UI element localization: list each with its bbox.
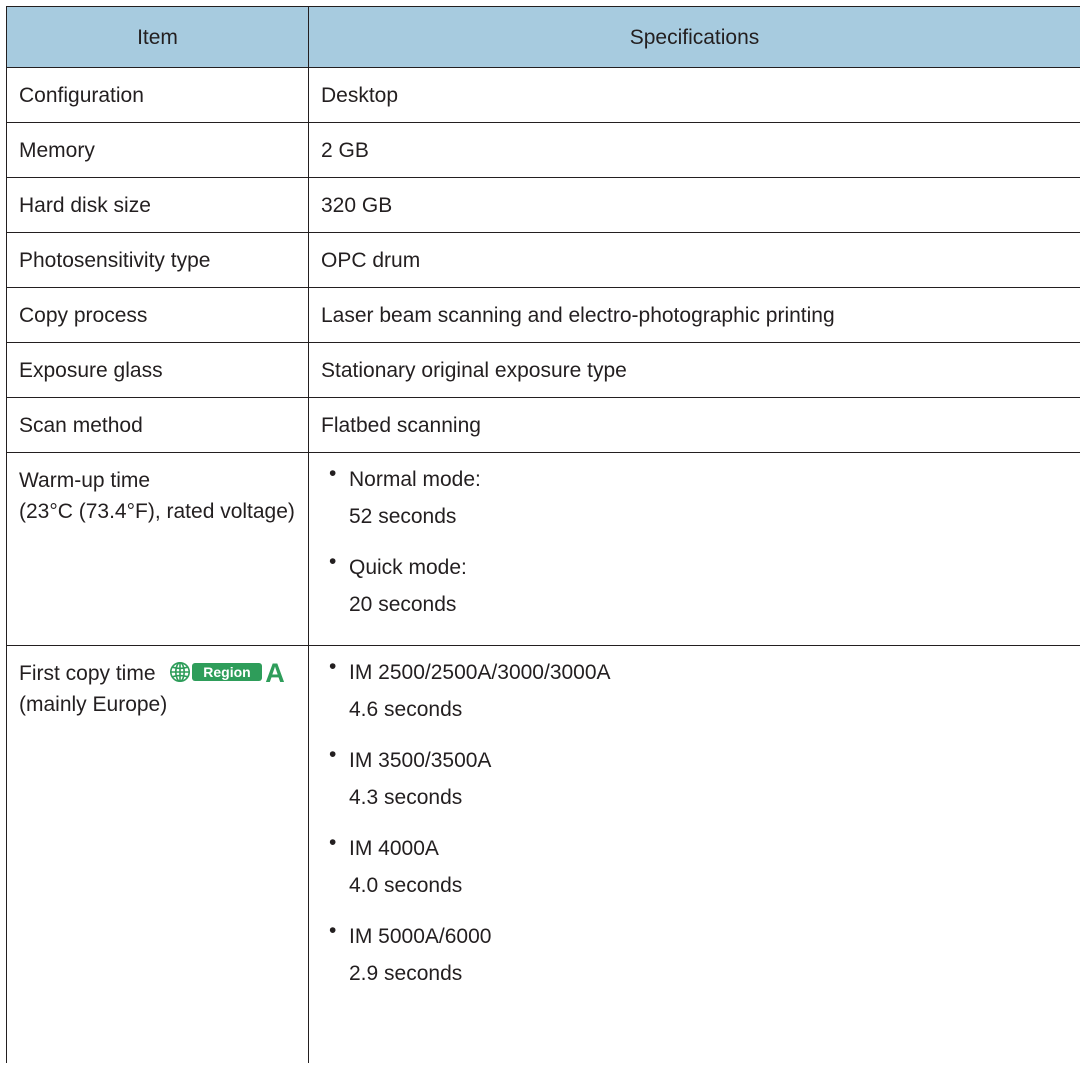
bullet-icon: •: [329, 550, 337, 573]
list-item: • IM 2500/2500A/3000/3000A 4.6 seconds: [321, 651, 1068, 739]
bullet-icon: •: [329, 655, 337, 678]
model-value: 4.3 seconds: [349, 786, 463, 809]
warmup-label: Warm-up time: [19, 469, 151, 492]
header-specifications: Specifications: [308, 6, 1080, 68]
list-item: • Quick mode: 20 seconds: [321, 546, 1068, 634]
bullet-icon: •: [329, 831, 337, 854]
table-row: Configuration Desktop: [6, 67, 1080, 123]
warmup-condition: (23°C (73.4°F), rated voltage): [19, 500, 295, 523]
table-row: Copy process Laser beam scanning and ele…: [6, 287, 1080, 343]
spec-cell: OPC drum: [308, 232, 1080, 288]
region-a-icon: Region A: [170, 661, 286, 683]
list-item: • IM 4000A 4.0 seconds: [321, 827, 1068, 915]
model-value: 4.0 seconds: [349, 874, 463, 897]
warmup-row: Warm-up time (23°C (73.4°F), rated volta…: [6, 452, 1080, 646]
item-cell: Exposure glass: [6, 342, 309, 398]
mode-label: Normal mode:: [349, 468, 481, 491]
specifications-table: Item Specifications Configuration Deskto…: [6, 6, 1080, 1063]
table-header-row: Item Specifications: [6, 6, 1080, 68]
model-label: IM 4000A: [349, 837, 439, 860]
item-cell: First copy time Region A (mainly Europe): [6, 645, 309, 1063]
first-copy-row: First copy time Region A (mainly Europe)…: [6, 645, 1080, 1063]
table-row: Memory 2 GB: [6, 122, 1080, 178]
first-copy-label-line: First copy time Region A: [19, 658, 296, 689]
table-row: Exposure glass Stationary original expos…: [6, 342, 1080, 398]
table-row: Hard disk size 320 GB: [6, 177, 1080, 233]
mode-value: 52 seconds: [349, 505, 457, 528]
item-cell: Copy process: [6, 287, 309, 343]
region-letter: A: [266, 661, 286, 683]
item-cell: Configuration: [6, 67, 309, 123]
spec-cell: Stationary original exposure type: [308, 342, 1080, 398]
table-row: Scan method Flatbed scanning: [6, 397, 1080, 453]
model-label: IM 2500/2500A/3000/3000A: [349, 661, 611, 684]
list-item: • IM 5000A/6000 2.9 seconds: [321, 915, 1068, 1003]
spec-cell: • Normal mode: 52 seconds • Quick mode: …: [308, 452, 1080, 646]
bullet-icon: •: [329, 462, 337, 485]
item-cell: Photosensitivity type: [6, 232, 309, 288]
header-item: Item: [6, 6, 309, 68]
first-copy-list: • IM 2500/2500A/3000/3000A 4.6 seconds •…: [321, 651, 1068, 1003]
mode-value: 20 seconds: [349, 593, 457, 616]
spec-cell: Desktop: [308, 67, 1080, 123]
bullet-icon: •: [329, 919, 337, 942]
region-note: (mainly Europe): [19, 693, 168, 716]
model-label: IM 5000A/6000: [349, 925, 492, 948]
region-word: Region: [204, 664, 251, 680]
item-cell: Scan method: [6, 397, 309, 453]
first-copy-label: First copy time: [19, 662, 156, 685]
model-label: IM 3500/3500A: [349, 749, 492, 772]
spec-cell: Laser beam scanning and electro-photogra…: [308, 287, 1080, 343]
item-cell: Memory: [6, 122, 309, 178]
item-cell: Warm-up time (23°C (73.4°F), rated volta…: [6, 452, 309, 646]
spec-cell: Flatbed scanning: [308, 397, 1080, 453]
model-value: 2.9 seconds: [349, 962, 463, 985]
table-row: Photosensitivity type OPC drum: [6, 232, 1080, 288]
bullet-icon: •: [329, 743, 337, 766]
spec-cell: • IM 2500/2500A/3000/3000A 4.6 seconds •…: [308, 645, 1080, 1063]
model-value: 4.6 seconds: [349, 698, 463, 721]
list-item: • Normal mode: 52 seconds: [321, 458, 1068, 546]
item-cell: Hard disk size: [6, 177, 309, 233]
spec-cell: 320 GB: [308, 177, 1080, 233]
spec-cell: 2 GB: [308, 122, 1080, 178]
mode-label: Quick mode:: [349, 556, 467, 579]
globe-icon: [170, 662, 191, 682]
list-item: • IM 3500/3500A 4.3 seconds: [321, 739, 1068, 827]
warmup-list: • Normal mode: 52 seconds • Quick mode: …: [321, 458, 1068, 634]
